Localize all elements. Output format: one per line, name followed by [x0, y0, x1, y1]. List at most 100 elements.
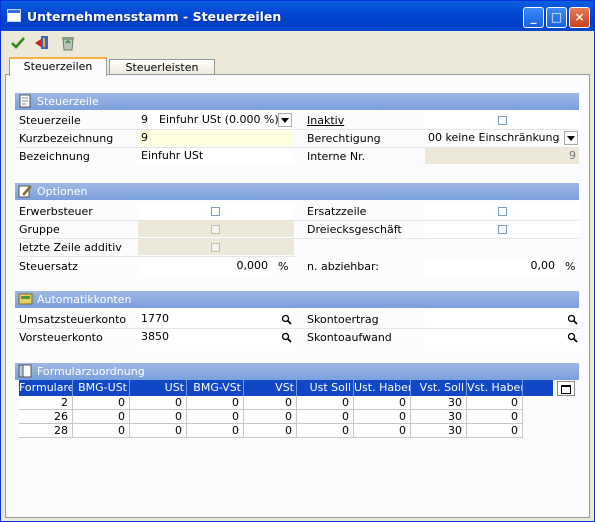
table-cell[interactable]: 0 [354, 424, 411, 438]
steuerzeile-number: 9 [141, 113, 148, 126]
chevron-down-icon[interactable] [278, 113, 292, 127]
inaktiv-label: Inaktiv [307, 114, 345, 127]
umsatzsteuerkonto-label: Umsatzsteuerkonto [19, 313, 127, 326]
umsatzsteuerkonto-input[interactable]: 1770 [138, 311, 294, 327]
table-cell[interactable]: 26 [19, 410, 73, 424]
column-header[interactable]: Ust Soll [297, 380, 354, 396]
dreiecksgeschaeft-checkbox[interactable] [498, 225, 507, 234]
interne-nr-label: Interne Nr. [307, 150, 366, 163]
title-bar: Unternehmensstamm - Steuerzeilen _ □ × [1, 1, 594, 31]
document-icon [18, 94, 34, 108]
interne-nr-value: 9 [425, 148, 579, 164]
lookup-icon[interactable] [280, 313, 292, 325]
table-cell[interactable]: 0 [467, 424, 523, 438]
column-header[interactable]: Vst. Haben [467, 380, 523, 396]
table-cell[interactable]: 0 [244, 424, 297, 438]
table-cell[interactable]: 0 [187, 410, 244, 424]
grid-layout-button[interactable] [557, 381, 575, 396]
lookup-icon[interactable] [566, 331, 578, 343]
table-cell[interactable]: 0 [244, 410, 297, 424]
accounts-icon [18, 292, 34, 306]
section-title: Optionen [37, 185, 88, 198]
table-cell[interactable]: 0 [354, 410, 411, 424]
steuersatz-unit: % [278, 260, 289, 273]
steuerzeile-select[interactable]: 9 Einfuhr USt (0.000 %) [138, 112, 294, 128]
skontoertrag-input[interactable] [425, 311, 579, 327]
table-cell[interactable]: 0 [73, 410, 130, 424]
table-cell[interactable]: 30 [411, 410, 467, 424]
check-icon[interactable] [9, 33, 27, 53]
table-cell[interactable]: 0 [354, 396, 411, 410]
table-cell[interactable]: 0 [73, 424, 130, 438]
table-cell[interactable]: 30 [411, 396, 467, 410]
maximize-button[interactable]: □ [546, 7, 567, 28]
column-header[interactable]: VSt [244, 380, 297, 396]
table-cell[interactable]: 0 [297, 410, 354, 424]
divider [15, 256, 295, 257]
steuerzeile-text: Einfuhr USt (0.000 %) [159, 113, 279, 126]
section-title: Formularzuordnung [37, 365, 145, 378]
berechtigung-label: Berechtigung [307, 132, 381, 145]
berechtigung-select[interactable]: 00 keine Einschränkung [425, 130, 579, 146]
ersatzzeile-label: Ersatzzeile [307, 205, 367, 218]
column-header[interactable]: USt [130, 380, 187, 396]
erwerbsteuer-checkbox[interactable] [211, 207, 220, 216]
column-header[interactable]: BMG-USt [73, 380, 130, 396]
section-steuerzeile: Steuerzeile [15, 93, 579, 110]
abziehbar-input[interactable]: 0,00 [425, 258, 559, 274]
table-cell[interactable]: 0 [297, 396, 354, 410]
dreiecksgeschaeft-label: Dreiecksgeschäft [307, 223, 402, 236]
table-cell[interactable]: 0 [130, 410, 187, 424]
table-cell[interactable]: 0 [130, 424, 187, 438]
skontoaufwand-input[interactable] [425, 329, 579, 345]
inaktiv-checkbox[interactable] [498, 116, 507, 125]
kurzbezeichnung-label: Kurzbezeichnung [19, 132, 114, 145]
gruppe-checkbox [211, 225, 220, 234]
table-cell[interactable]: 0 [467, 396, 523, 410]
table-cell[interactable]: 0 [297, 424, 354, 438]
lookup-icon[interactable] [566, 313, 578, 325]
table-cell[interactable]: 0 [73, 396, 130, 410]
table-cell[interactable]: 0 [187, 424, 244, 438]
toolbar [5, 33, 590, 55]
letzte-zeile-checkbox [211, 243, 220, 252]
table-cell[interactable]: 2 [19, 396, 73, 410]
tab-steuerzeilen[interactable]: Steuerzeilen [9, 57, 107, 76]
tab-bar: Steuerzeilen Steuerleisten [5, 57, 590, 76]
lookup-icon[interactable] [280, 331, 292, 343]
table-cell[interactable]: 0 [130, 396, 187, 410]
form-icon [18, 364, 34, 378]
kurzbezeichnung-input[interactable]: 9 [138, 130, 294, 146]
window-title: Unternehmensstamm - Steuerzeilen [27, 9, 282, 24]
minimize-button[interactable]: _ [523, 7, 544, 28]
exit-icon[interactable] [33, 33, 51, 53]
abziehbar-label: n. abziehbar: [307, 260, 380, 273]
abziehbar-unit: % [565, 260, 576, 273]
vorsteuerkonto-input[interactable]: 3850 [138, 329, 294, 345]
bezeichnung-input[interactable]: Einfuhr USt [138, 148, 294, 164]
section-title: Steuerzeile [37, 95, 99, 108]
table-cell[interactable]: 0 [244, 396, 297, 410]
recycle-icon[interactable] [59, 33, 77, 53]
table-cell[interactable]: 30 [411, 424, 467, 438]
column-header[interactable]: Vst. Soll [411, 380, 467, 396]
section-optionen: Optionen [15, 183, 579, 200]
column-header-filler [523, 380, 553, 396]
column-header[interactable]: Formulare [19, 380, 73, 396]
ersatzzeile-checkbox[interactable] [498, 207, 507, 216]
erwerbsteuer-label: Erwerbsteuer [19, 205, 93, 218]
close-button[interactable]: × [569, 7, 590, 28]
column-header[interactable]: BMG-VSt [187, 380, 244, 396]
steuerzeile-label: Steuerzeile [19, 114, 81, 127]
table-cell[interactable]: 28 [19, 424, 73, 438]
column-header[interactable]: Ust. Haben [354, 380, 411, 396]
steuersatz-input[interactable]: 0,000 [138, 258, 272, 274]
window: Unternehmensstamm - Steuerzeilen _ □ × S… [0, 0, 595, 522]
vorsteuerkonto-label: Vorsteuerkonto [19, 331, 103, 344]
edit-icon [18, 184, 34, 198]
bezeichnung-label: Bezeichnung [19, 150, 90, 163]
chevron-down-icon[interactable] [564, 131, 578, 145]
section-formularzuordnung: Formularzuordnung [15, 363, 579, 380]
table-cell[interactable]: 0 [467, 410, 523, 424]
table-cell[interactable]: 0 [187, 396, 244, 410]
